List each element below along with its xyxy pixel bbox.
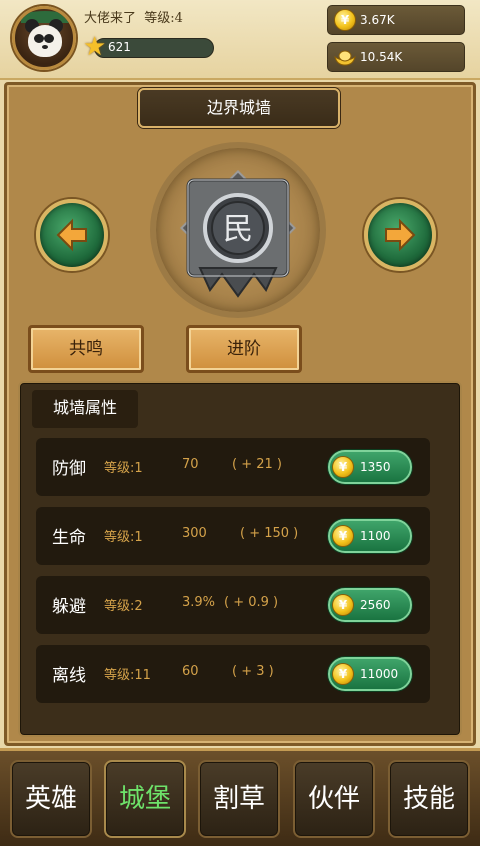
upgrade-cost: 11000 — [360, 667, 399, 681]
upgrade-cost: 1350 — [360, 460, 391, 474]
gold-coin-icon: ¥ — [334, 9, 356, 31]
attribute-name: 离线 — [52, 666, 86, 686]
attribute-level: 等级:1 — [104, 461, 143, 476]
attribute-name: 躲避 — [52, 597, 86, 617]
gold-ingot-icon — [334, 50, 356, 66]
previous-arrow-button[interactable] — [36, 199, 108, 271]
attribute-value: 70 — [182, 457, 199, 472]
nav-tab-castle[interactable]: 城堡 — [104, 760, 186, 838]
gold-resource[interactable]: ¥ 3.67K — [327, 5, 465, 35]
upgrade-button[interactable]: ¥ 11000 — [328, 657, 412, 691]
attribute-row-offline: 离线 等级:11 60 ( + 3 ) ¥ 11000 — [36, 645, 430, 703]
gold-value: 3.67K — [360, 13, 395, 27]
attribute-value: 60 — [182, 664, 199, 679]
attribute-row-defense: 防御 等级:1 70 ( + 21 ) ¥ 1350 — [36, 438, 430, 496]
attribute-name: 生命 — [52, 528, 86, 548]
attribute-bonus: ( + 3 ) — [232, 664, 274, 679]
attribute-value: 3.9% — [182, 595, 216, 610]
ingot-resource[interactable]: 10.54K — [327, 42, 465, 72]
upgrade-cost: 1100 — [360, 529, 391, 543]
wall-emblem-icon: 民 — [180, 170, 296, 298]
attribute-bonus: ( + 21 ) — [232, 457, 282, 472]
nav-tab-partners[interactable]: 伙伴 — [293, 760, 375, 838]
player-name-level: 大佬来了 等级:4 — [84, 7, 183, 26]
attribute-row-health: 生命 等级:1 300 ( + 150 ) ¥ 1100 — [36, 507, 430, 565]
coin-icon: ¥ — [332, 594, 354, 616]
coin-icon: ¥ — [332, 525, 354, 547]
upgrade-button[interactable]: ¥ 1100 — [328, 519, 412, 553]
attribute-bonus: ( + 150 ) — [240, 526, 299, 541]
advance-button[interactable]: 进阶 — [186, 325, 302, 373]
next-arrow-button[interactable] — [364, 199, 436, 271]
star-icon: ★ — [83, 32, 107, 62]
avatar[interactable] — [12, 6, 76, 70]
attribute-row-dodge: 躲避 等级:2 3.9% ( + 0.9 ) ¥ 2560 — [36, 576, 430, 634]
nav-tab-heroes[interactable]: 英雄 — [10, 760, 92, 838]
attribute-level: 等级:2 — [104, 599, 143, 614]
coin-icon: ¥ — [332, 456, 354, 478]
xp-value: 621 — [108, 40, 131, 54]
attributes-title: 城墙属性 — [32, 390, 138, 428]
upgrade-cost: 2560 — [360, 598, 391, 612]
attribute-name: 防御 — [52, 459, 86, 479]
player-name: 大佬来了 — [84, 11, 137, 26]
upgrade-button[interactable]: ¥ 2560 — [328, 588, 412, 622]
arrow-left-icon — [56, 218, 87, 252]
ingot-value: 10.54K — [360, 50, 403, 64]
arrow-right-icon — [385, 218, 416, 252]
attribute-value: 300 — [182, 526, 207, 541]
resonate-button[interactable]: 共鸣 — [28, 325, 144, 373]
attribute-bonus: ( + 0.9 ) — [224, 595, 279, 610]
nav-tab-skills[interactable]: 技能 — [388, 760, 470, 838]
player-level: 等级:4 — [144, 11, 183, 26]
nav-tab-mowing[interactable]: 割草 — [198, 760, 280, 838]
wall-title: 边界城墙 — [138, 88, 340, 128]
upgrade-button[interactable]: ¥ 1350 — [328, 450, 412, 484]
coin-icon: ¥ — [332, 663, 354, 685]
attribute-level: 等级:1 — [104, 530, 143, 545]
attribute-level: 等级:11 — [104, 668, 151, 683]
emblem-char: 民 — [223, 212, 253, 247]
